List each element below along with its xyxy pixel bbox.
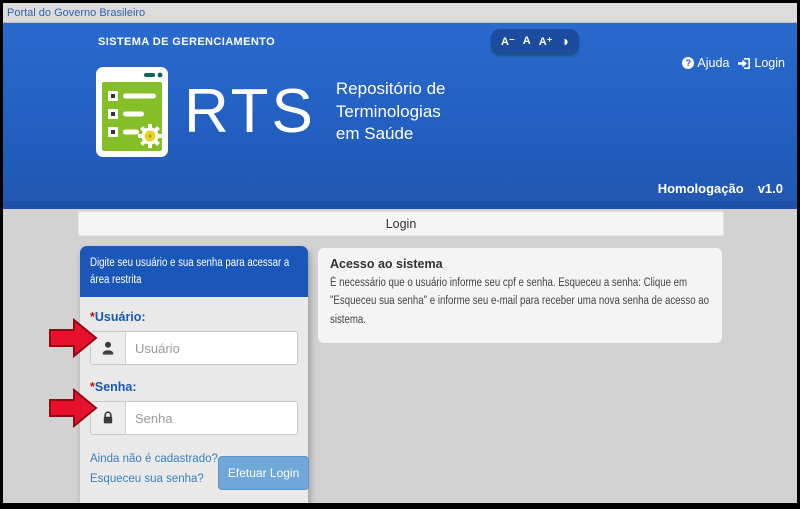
header: SISTEMA DE GERENCIAMENTO A⁻ A A⁺ ◑ ? Aju…	[3, 23, 797, 201]
environment-label: Homologação v1.0	[658, 181, 783, 196]
password-input[interactable]	[126, 402, 297, 434]
username-field-block: *Usuário:	[90, 310, 298, 365]
forgot-password-link[interactable]: Esqueceu sua senha?	[90, 473, 218, 485]
gear-icon	[138, 124, 162, 148]
login-panel-instruction: Digite seu usuário e sua senha para aces…	[80, 246, 308, 297]
font-decrease-button[interactable]: A⁻	[501, 35, 515, 48]
username-input[interactable]	[126, 332, 297, 364]
brand-tagline: Repositório de Terminologias em Saúde	[336, 78, 446, 145]
login-links: Ainda não é cadastrado? Esqueceu sua sen…	[90, 453, 218, 493]
gov-top-bar: Portal do Governo Brasileiro	[3, 3, 797, 23]
submit-login-button[interactable]: Efetuar Login	[218, 456, 309, 490]
tagline-line: Repositório de	[336, 78, 446, 100]
info-panel-body: É necessário que o usuário informe seu c…	[330, 274, 710, 329]
help-link-label: Ajuda	[697, 56, 729, 70]
password-input-group	[90, 401, 298, 435]
header-links: ? Ajuda Login	[682, 56, 785, 70]
login-link[interactable]: Login	[737, 56, 785, 70]
portal-gov-link[interactable]: Portal do Governo Brasileiro	[7, 7, 145, 19]
help-link[interactable]: ? Ajuda	[682, 56, 729, 70]
version-label: v1.0	[758, 181, 783, 196]
password-field-block: *Senha:	[90, 380, 298, 435]
page-title: Login	[78, 211, 724, 236]
sign-in-icon	[737, 57, 751, 70]
username-label: *Usuário:	[90, 310, 298, 324]
system-title: SISTEMA DE GERENCIAMENTO	[98, 36, 275, 48]
app-window: Portal do Governo Brasileiro SISTEMA DE …	[3, 3, 797, 503]
password-label: *Senha:	[90, 380, 298, 394]
username-input-group	[90, 331, 298, 365]
login-panel: Digite seu usuário e sua senha para aces…	[80, 246, 308, 503]
rts-logo-icon	[96, 67, 168, 157]
info-panel-title: Acesso ao sistema	[330, 257, 710, 271]
font-increase-button[interactable]: A⁺	[539, 35, 553, 48]
brand-acronym: RTS	[184, 67, 316, 157]
login-panel-instruction-text: Digite seu usuário e sua senha para aces…	[90, 255, 298, 288]
font-normal-button[interactable]: A	[523, 35, 531, 47]
tagline-line: Terminologias	[336, 101, 446, 123]
login-link-label: Login	[754, 56, 785, 70]
login-panel-body: *Usuário:	[80, 297, 308, 503]
brand: RTS Repositório de Terminologias em Saúd…	[96, 67, 446, 157]
red-arrow-annotation	[49, 318, 98, 358]
environment-name: Homologação	[658, 181, 744, 196]
header-bottom-strip	[3, 201, 797, 209]
login-panel-footer: Ainda não é cadastrado? Esqueceu sua sen…	[90, 453, 298, 493]
accessibility-toolbar: A⁻ A A⁺ ◑	[491, 29, 579, 53]
contrast-icon[interactable]: ◑	[560, 34, 568, 48]
help-icon: ?	[682, 57, 694, 69]
tagline-line: em Saúde	[336, 123, 446, 145]
register-link[interactable]: Ainda não é cadastrado?	[90, 453, 218, 465]
red-arrow-annotation	[49, 388, 98, 428]
info-panel: Acesso ao sistema É necessário que o usu…	[318, 248, 722, 343]
